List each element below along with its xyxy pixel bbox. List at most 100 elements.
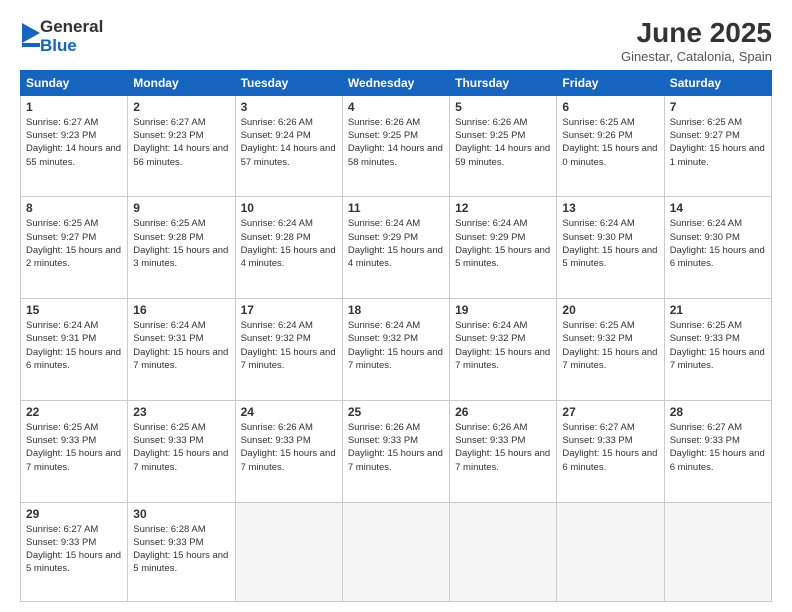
day-info: Sunrise: 6:25 AMSunset: 9:33 PMDaylight:… — [133, 421, 229, 474]
calendar-cell: 26 Sunrise: 6:26 AMSunset: 9:33 PMDayligh… — [450, 400, 557, 502]
calendar-cell: 16 Sunrise: 6:24 AMSunset: 9:31 PMDayligh… — [128, 299, 235, 401]
calendar-cell — [557, 502, 664, 601]
day-number: 30 — [133, 507, 229, 521]
day-info: Sunrise: 6:24 AMSunset: 9:32 PMDaylight:… — [241, 319, 337, 372]
calendar-cell: 6 Sunrise: 6:25 AMSunset: 9:26 PMDaylight… — [557, 95, 664, 197]
calendar-cell: 4 Sunrise: 6:26 AMSunset: 9:25 PMDaylight… — [342, 95, 449, 197]
day-info: Sunrise: 6:24 AMSunset: 9:29 PMDaylight:… — [455, 217, 551, 270]
day-info: Sunrise: 6:25 AMSunset: 9:27 PMDaylight:… — [26, 217, 122, 270]
header-thursday: Thursday — [450, 70, 557, 95]
day-number: 19 — [455, 303, 551, 317]
location-title: Ginestar, Catalonia, Spain — [621, 49, 772, 64]
calendar-cell: 28 Sunrise: 6:27 AMSunset: 9:33 PMDayligh… — [664, 400, 771, 502]
header-saturday: Saturday — [664, 70, 771, 95]
day-number: 29 — [26, 507, 122, 521]
day-number: 21 — [670, 303, 766, 317]
calendar-cell — [235, 502, 342, 601]
header-tuesday: Tuesday — [235, 70, 342, 95]
day-info: Sunrise: 6:25 AMSunset: 9:28 PMDaylight:… — [133, 217, 229, 270]
calendar-cell: 10 Sunrise: 6:24 AMSunset: 9:28 PMDayligh… — [235, 197, 342, 299]
calendar-cell: 15 Sunrise: 6:24 AMSunset: 9:31 PMDayligh… — [21, 299, 128, 401]
day-info: Sunrise: 6:24 AMSunset: 9:32 PMDaylight:… — [455, 319, 551, 372]
day-number: 15 — [26, 303, 122, 317]
day-info: Sunrise: 6:24 AMSunset: 9:30 PMDaylight:… — [562, 217, 658, 270]
month-title: June 2025 — [621, 18, 772, 49]
day-number: 24 — [241, 405, 337, 419]
calendar-cell — [450, 502, 557, 601]
header-monday: Monday — [128, 70, 235, 95]
calendar-cell: 23 Sunrise: 6:25 AMSunset: 9:33 PMDayligh… — [128, 400, 235, 502]
calendar-cell: 21 Sunrise: 6:25 AMSunset: 9:33 PMDayligh… — [664, 299, 771, 401]
day-info: Sunrise: 6:24 AMSunset: 9:28 PMDaylight:… — [241, 217, 337, 270]
day-number: 17 — [241, 303, 337, 317]
day-number: 9 — [133, 201, 229, 215]
calendar-cell: 27Sunrise: 6:27 AMSunset: 9:33 PMDayligh… — [557, 400, 664, 502]
logo-icon — [22, 23, 40, 47]
page: General Blue June 2025 Ginestar, Catalon… — [0, 0, 792, 612]
day-info: Sunrise: 6:26 AMSunset: 9:24 PMDaylight:… — [241, 116, 337, 169]
calendar-cell: 19 Sunrise: 6:24 AMSunset: 9:32 PMDayligh… — [450, 299, 557, 401]
day-info: Sunrise: 6:26 AMSunset: 9:25 PMDaylight:… — [348, 116, 444, 169]
calendar-cell: 24 Sunrise: 6:26 AMSunset: 9:33 PMDayligh… — [235, 400, 342, 502]
day-info: Sunrise: 6:25 AMSunset: 9:27 PMDaylight:… — [670, 116, 766, 169]
calendar-cell: 29 Sunrise: 6:27 AMSunset: 9:33 PMDayligh… — [21, 502, 128, 601]
day-number: 5 — [455, 100, 551, 114]
calendar-cell: 2Sunrise: 6:27 AMSunset: 9:23 PMDaylight… — [128, 95, 235, 197]
weekday-header-row: Sunday Monday Tuesday Wednesday Thursday… — [21, 70, 772, 95]
day-info: Sunrise: 6:28 AMSunset: 9:33 PMDaylight:… — [133, 523, 229, 576]
day-number: 18 — [348, 303, 444, 317]
day-info: Sunrise: 6:25 AMSunset: 9:33 PMDaylight:… — [26, 421, 122, 474]
day-info: Sunrise: 6:25 AMSunset: 9:32 PMDaylight:… — [562, 319, 658, 372]
day-number: 28 — [670, 405, 766, 419]
day-number: 25 — [348, 405, 444, 419]
day-info: Sunrise: 6:24 AMSunset: 9:31 PMDaylight:… — [26, 319, 122, 372]
day-info: Sunrise: 6:26 AMSunset: 9:33 PMDaylight:… — [455, 421, 551, 474]
day-number: 4 — [348, 100, 444, 114]
day-info: Sunrise: 6:24 AMSunset: 9:29 PMDaylight:… — [348, 217, 444, 270]
calendar-cell: 14Sunrise: 6:24 AMSunset: 9:30 PMDayligh… — [664, 197, 771, 299]
day-info: Sunrise: 6:25 AMSunset: 9:33 PMDaylight:… — [670, 319, 766, 372]
day-info: Sunrise: 6:24 AMSunset: 9:31 PMDaylight:… — [133, 319, 229, 372]
day-number: 11 — [348, 201, 444, 215]
day-number: 16 — [133, 303, 229, 317]
calendar-cell: 18 Sunrise: 6:24 AMSunset: 9:32 PMDayligh… — [342, 299, 449, 401]
calendar-cell: 22Sunrise: 6:25 AMSunset: 9:33 PMDayligh… — [21, 400, 128, 502]
header-friday: Friday — [557, 70, 664, 95]
day-number: 10 — [241, 201, 337, 215]
day-number: 3 — [241, 100, 337, 114]
day-info: Sunrise: 6:27 AMSunset: 9:33 PMDaylight:… — [26, 523, 122, 576]
day-number: 13 — [562, 201, 658, 215]
calendar-cell: 30 Sunrise: 6:28 AMSunset: 9:33 PMDayligh… — [128, 502, 235, 601]
day-info: Sunrise: 6:27 AMSunset: 9:23 PMDaylight:… — [26, 116, 122, 169]
calendar-cell: 5 Sunrise: 6:26 AMSunset: 9:25 PMDaylight… — [450, 95, 557, 197]
day-info: Sunrise: 6:26 AMSunset: 9:33 PMDaylight:… — [348, 421, 444, 474]
day-info: Sunrise: 6:26 AMSunset: 9:25 PMDaylight:… — [455, 116, 551, 169]
calendar-cell: 3 Sunrise: 6:26 AMSunset: 9:24 PMDaylight… — [235, 95, 342, 197]
title-block: June 2025 Ginestar, Catalonia, Spain — [621, 18, 772, 64]
day-info: Sunrise: 6:25 AMSunset: 9:26 PMDaylight:… — [562, 116, 658, 169]
calendar-cell: 12 Sunrise: 6:24 AMSunset: 9:29 PMDayligh… — [450, 197, 557, 299]
day-number: 26 — [455, 405, 551, 419]
calendar-cell: 25 Sunrise: 6:26 AMSunset: 9:33 PMDayligh… — [342, 400, 449, 502]
calendar-cell — [342, 502, 449, 601]
calendar-cell: 9 Sunrise: 6:25 AMSunset: 9:28 PMDaylight… — [128, 197, 235, 299]
calendar-cell: 1Sunrise: 6:27 AMSunset: 9:23 PMDaylight… — [21, 95, 128, 197]
day-number: 2 — [133, 100, 229, 114]
day-number: 23 — [133, 405, 229, 419]
calendar-cell — [664, 502, 771, 601]
day-number: 7 — [670, 100, 766, 114]
day-info: Sunrise: 6:24 AMSunset: 9:30 PMDaylight:… — [670, 217, 766, 270]
day-number: 8 — [26, 201, 122, 215]
day-info: Sunrise: 6:26 AMSunset: 9:33 PMDaylight:… — [241, 421, 337, 474]
header-wednesday: Wednesday — [342, 70, 449, 95]
day-number: 12 — [455, 201, 551, 215]
calendar-cell: 13 Sunrise: 6:24 AMSunset: 9:30 PMDayligh… — [557, 197, 664, 299]
day-number: 6 — [562, 100, 658, 114]
day-info: Sunrise: 6:27 AMSunset: 9:33 PMDaylight:… — [562, 421, 658, 474]
logo-text: General Blue — [40, 18, 103, 55]
logo-blue: Blue — [40, 37, 103, 56]
logo: General Blue — [20, 18, 103, 55]
day-info: Sunrise: 6:27 AMSunset: 9:33 PMDaylight:… — [670, 421, 766, 474]
day-info: Sunrise: 6:24 AMSunset: 9:32 PMDaylight:… — [348, 319, 444, 372]
header-sunday: Sunday — [21, 70, 128, 95]
